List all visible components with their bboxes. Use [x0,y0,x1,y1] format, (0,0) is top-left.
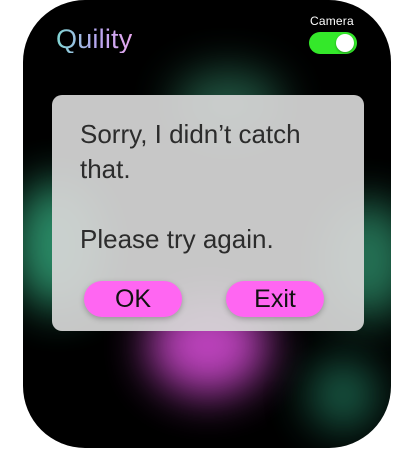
camera-toggle-knob [336,34,354,52]
background-glow-green-bottom [308,360,378,430]
exit-button[interactable]: Exit [226,281,324,317]
error-dialog: Sorry, I didn’t catch that. Please try a… [52,95,364,331]
dialog-message: Sorry, I didn’t catch that. Please try a… [80,119,301,254]
watch-screen: Quility Camera Sorry, I didn’t catch tha… [23,0,391,448]
camera-toggle[interactable] [309,32,357,54]
ok-button[interactable]: OK [84,281,182,317]
dialog-button-row: OK Exit [84,281,324,317]
camera-label: Camera [310,14,354,28]
app-title: Quility [56,24,133,54]
